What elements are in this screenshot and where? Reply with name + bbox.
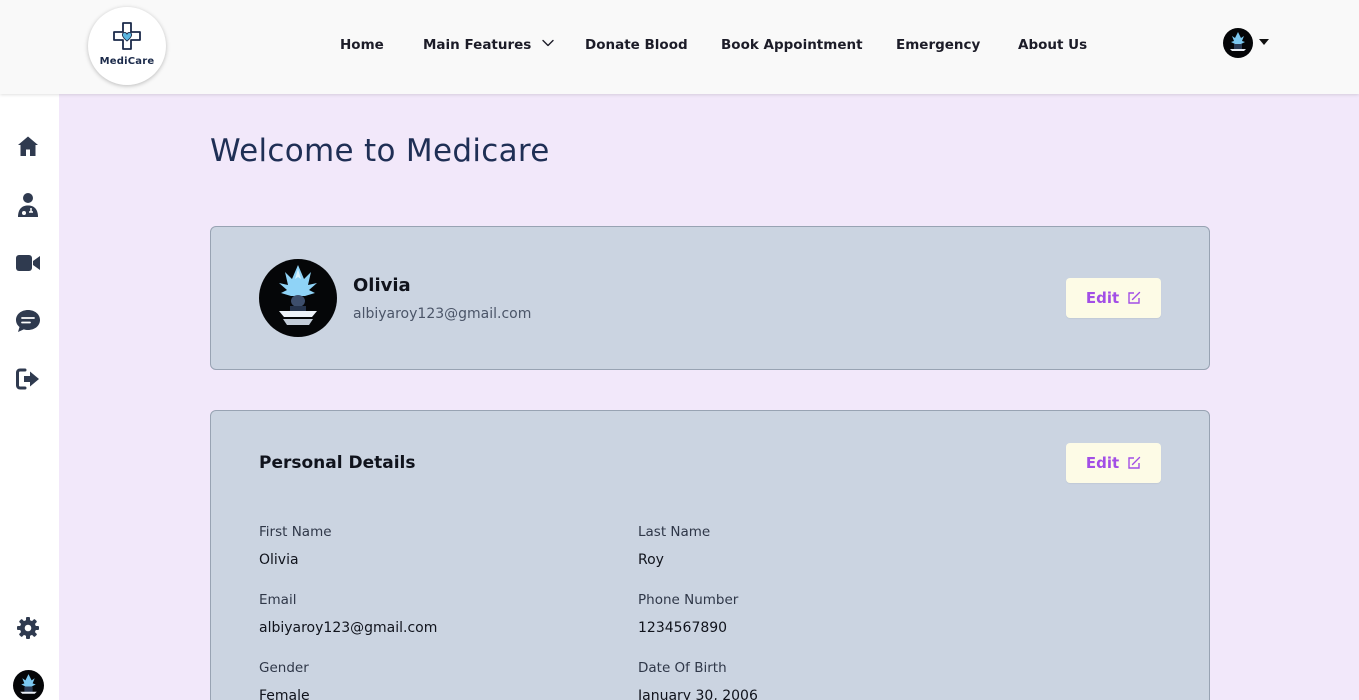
logo-text: MediCare: [99, 56, 155, 67]
sidebar: [0, 94, 59, 700]
email-value: albiyaroy123@gmail.com: [259, 620, 438, 636]
edit-icon: [1128, 456, 1141, 469]
nav-main-features[interactable]: Main Features: [423, 37, 554, 57]
nav-donate-blood[interactable]: Donate Blood: [585, 37, 688, 57]
profile-avatar: [259, 259, 337, 337]
chat-icon[interactable]: [15, 308, 41, 334]
edit-button-label: Edit: [1085, 289, 1120, 307]
gender-label: Gender: [259, 660, 309, 676]
home-icon[interactable]: [15, 133, 41, 159]
edit-button-label: Edit: [1085, 454, 1120, 472]
logout-icon[interactable]: [15, 366, 41, 392]
nav-home[interactable]: Home: [340, 37, 384, 57]
edit-details-button[interactable]: Edit: [1066, 443, 1161, 483]
medical-cross-heart-icon: [113, 22, 141, 50]
profile-card: Olivia albiyaroy123@gmail.com Edit: [210, 226, 1210, 370]
profile-name: Olivia: [353, 275, 411, 296]
avatar-image: [1230, 32, 1246, 51]
nav-emergency[interactable]: Emergency: [896, 37, 980, 57]
settings-icon[interactable]: [15, 615, 41, 641]
nav-book-appointment[interactable]: Book Appointment: [721, 37, 863, 57]
avatar-image: [20, 674, 37, 694]
avatar-image: [279, 265, 317, 325]
video-icon[interactable]: [15, 250, 41, 276]
chevron-down-icon: [542, 39, 554, 47]
edit-profile-button[interactable]: Edit: [1066, 278, 1161, 318]
phone-value: 1234567890: [638, 620, 728, 636]
dob-value: January 30, 2006: [638, 688, 758, 700]
profile-email: albiyaroy123@gmail.com: [353, 306, 532, 322]
sidebar-user-avatar[interactable]: [13, 670, 44, 700]
user-avatar[interactable]: [1223, 28, 1253, 58]
top-navbar: MediCare Home Main Features Donate Blood…: [0, 0, 1359, 94]
section-title: Personal Details: [259, 453, 416, 473]
doctor-icon[interactable]: [15, 192, 41, 218]
edit-icon: [1128, 291, 1141, 304]
nav-main-features-label: Main Features: [423, 37, 532, 53]
personal-details-card: Personal Details Edit First Name Olivia …: [210, 410, 1210, 700]
page-title: Welcome to Medicare: [210, 133, 550, 169]
email-label: Email: [259, 592, 297, 608]
phone-label: Phone Number: [638, 592, 739, 608]
last-name-value: Roy: [638, 552, 664, 568]
user-menu-caret-icon[interactable]: [1259, 39, 1269, 45]
nav-about-us[interactable]: About Us: [1018, 37, 1087, 57]
first-name-label: First Name: [259, 524, 332, 540]
medicare-logo[interactable]: MediCare: [88, 7, 166, 85]
last-name-label: Last Name: [638, 524, 711, 540]
first-name-value: Olivia: [259, 552, 299, 568]
dob-label: Date Of Birth: [638, 660, 727, 676]
gender-value: Female: [259, 688, 310, 700]
